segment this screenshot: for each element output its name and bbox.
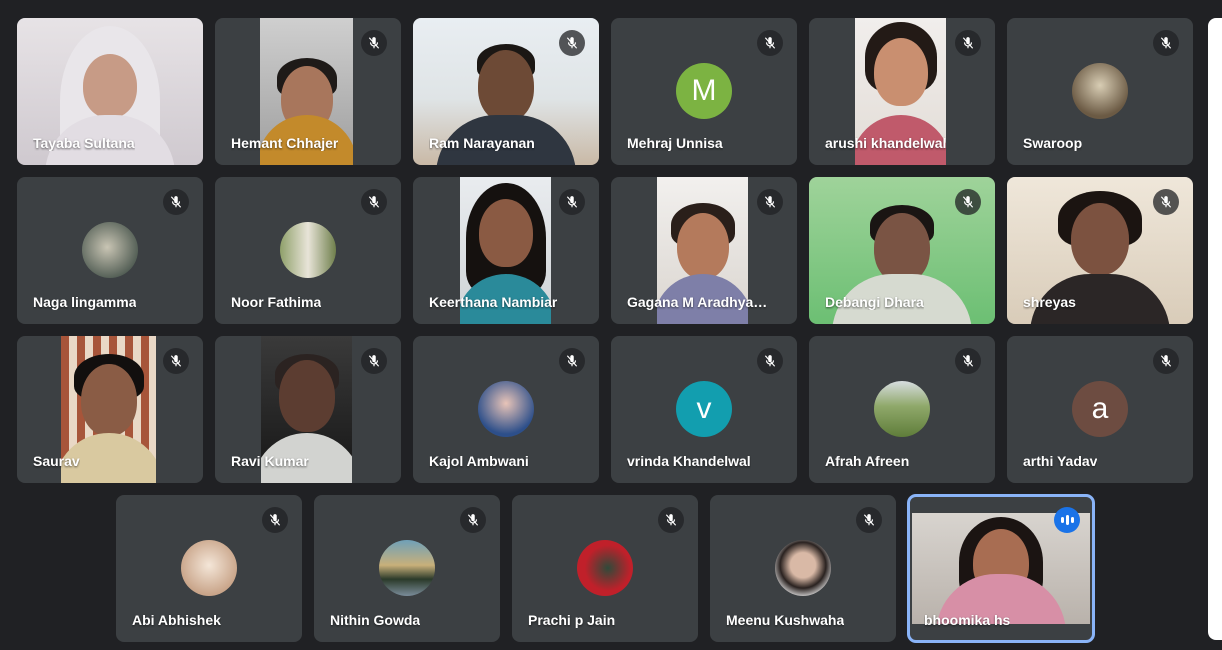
participant-tile-active-speaker[interactable]: bhoomika hs — [907, 494, 1095, 643]
participant-name: Nithin Gowda — [330, 612, 421, 628]
avatar-initial: a — [1091, 392, 1109, 425]
participant-name: Keerthana Nambiar — [429, 294, 558, 310]
participant-tile[interactable]: Naga lingamma — [17, 177, 203, 324]
mic-off-icon — [460, 507, 486, 533]
mic-off-icon — [559, 189, 585, 215]
mic-off-icon — [559, 348, 585, 374]
audio-level-icon — [1054, 507, 1080, 533]
participant-name: Naga lingamma — [33, 294, 137, 310]
avatar: a — [1072, 381, 1128, 437]
mic-off-icon — [955, 348, 981, 374]
participant-tile[interactable]: arushi khandelwal — [809, 18, 995, 165]
participant-tile[interactable]: Hemant Chhajer — [215, 18, 401, 165]
mic-off-icon — [559, 30, 585, 56]
avatar: v — [676, 381, 732, 437]
avatar — [379, 540, 435, 596]
mic-off-icon — [757, 348, 783, 374]
mic-off-icon — [361, 189, 387, 215]
avatar — [874, 381, 930, 437]
avatar — [775, 540, 831, 596]
participant-tile[interactable]: Ram Narayanan — [413, 18, 599, 165]
participant-tile[interactable]: shreyas — [1007, 177, 1193, 324]
mic-off-icon — [955, 189, 981, 215]
mic-off-icon — [1153, 189, 1179, 215]
participant-name: Gagana M Aradhya… — [627, 294, 768, 310]
participant-name: shreyas — [1023, 294, 1076, 310]
mic-off-icon — [658, 507, 684, 533]
avatar — [280, 222, 336, 278]
mic-off-icon — [1153, 348, 1179, 374]
participant-name: Saurav — [33, 453, 80, 469]
participant-tile[interactable]: Abi Abhishek — [116, 495, 302, 642]
participant-tile[interactable]: Swaroop — [1007, 18, 1193, 165]
participant-name: Tayaba Sultana — [33, 135, 135, 151]
participant-tile[interactable]: v vrinda Khandelwal — [611, 336, 797, 483]
side-panel — [1208, 18, 1222, 640]
participant-tile[interactable]: Prachi p Jain — [512, 495, 698, 642]
participant-name: Debangi Dhara — [825, 294, 924, 310]
participant-name: Mehraj Unnisa — [627, 135, 723, 151]
participant-tile[interactable]: Meenu Kushwaha — [710, 495, 896, 642]
mic-off-icon — [361, 348, 387, 374]
participant-name: Afrah Afreen — [825, 453, 910, 469]
participant-tile[interactable]: a arthi Yadav — [1007, 336, 1193, 483]
participant-name: Noor Fathima — [231, 294, 322, 310]
participant-tile[interactable]: Ravi Kumar — [215, 336, 401, 483]
participant-tile[interactable]: Gagana M Aradhya… — [611, 177, 797, 324]
participant-name: Abi Abhishek — [132, 612, 221, 628]
participant-name: Swaroop — [1023, 135, 1083, 151]
mic-off-icon — [262, 507, 288, 533]
participant-tile[interactable]: Keerthana Nambiar — [413, 177, 599, 324]
participant-name: Kajol Ambwani — [429, 453, 529, 469]
mic-off-icon — [361, 30, 387, 56]
avatar — [577, 540, 633, 596]
avatar — [181, 540, 237, 596]
participant-name: arushi khandelwal — [825, 135, 947, 151]
participant-name: Prachi p Jain — [528, 612, 616, 628]
participant-tile[interactable]: Kajol Ambwani — [413, 336, 599, 483]
participant-name: Ram Narayanan — [429, 135, 535, 151]
participant-tile[interactable]: Debangi Dhara — [809, 177, 995, 324]
participant-name: Ravi Kumar — [231, 453, 309, 469]
avatar: M — [676, 63, 732, 119]
mic-off-icon — [1153, 30, 1179, 56]
avatar-initial: M — [691, 74, 717, 107]
participant-tile[interactable]: Nithin Gowda — [314, 495, 500, 642]
participant-name: arthi Yadav — [1023, 453, 1098, 469]
participant-name: vrinda Khandelwal — [627, 453, 751, 469]
participant-tile[interactable]: Tayaba Sultana — [17, 18, 203, 165]
participant-name: bhoomika hs — [924, 612, 1011, 628]
mic-off-icon — [163, 348, 189, 374]
mic-off-icon — [856, 507, 882, 533]
avatar — [82, 222, 138, 278]
mic-off-icon — [757, 30, 783, 56]
avatar — [1072, 63, 1128, 119]
mic-off-icon — [955, 30, 981, 56]
participant-tile[interactable]: Afrah Afreen — [809, 336, 995, 483]
mic-off-icon — [163, 189, 189, 215]
mic-off-icon — [757, 189, 783, 215]
participant-name: Meenu Kushwaha — [726, 612, 845, 628]
avatar — [478, 381, 534, 437]
participant-grid: Tayaba Sultana Hemant Chhajer Ram Naraya… — [0, 0, 1222, 650]
participant-name: Hemant Chhajer — [231, 135, 339, 151]
participant-tile[interactable]: M Mehraj Unnisa — [611, 18, 797, 165]
participant-tile[interactable]: Noor Fathima — [215, 177, 401, 324]
participant-tile[interactable]: Saurav — [17, 336, 203, 483]
avatar-initial: v — [696, 392, 712, 425]
